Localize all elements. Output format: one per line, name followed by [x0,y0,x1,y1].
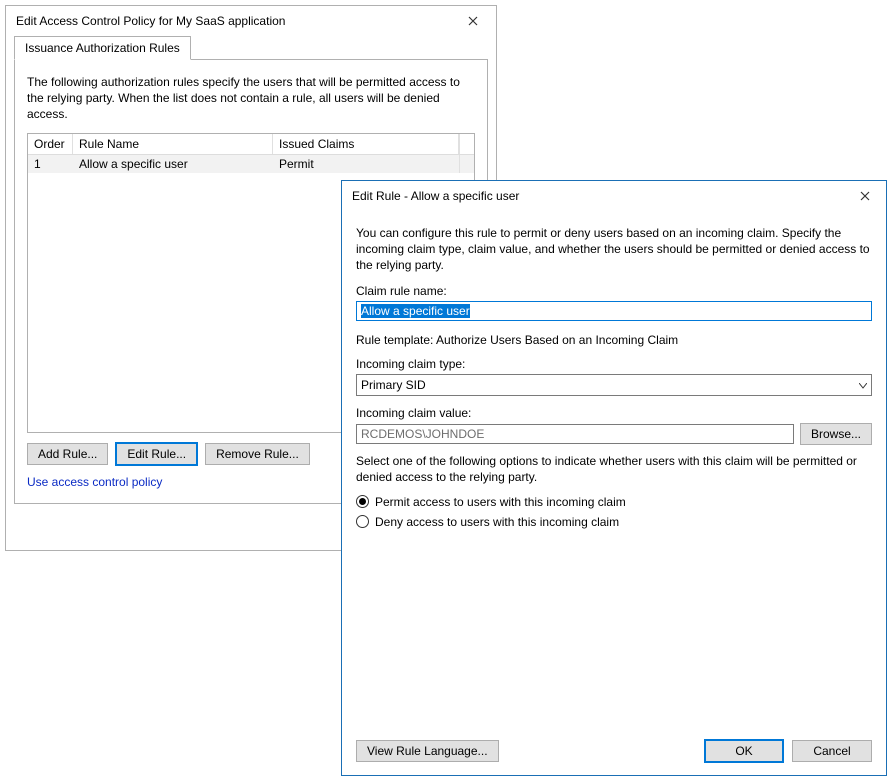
edit-rule-intro: You can configure this rule to permit or… [356,225,872,274]
permit-radio[interactable] [356,495,369,508]
edit-rule-window: Edit Rule - Allow a specific user You ca… [341,180,887,776]
edit-rule-button[interactable]: Edit Rule... [116,443,197,465]
incoming-claim-value-text: RCDEMOS\JOHNDOE [361,427,484,441]
view-rule-language-button[interactable]: View Rule Language... [356,740,499,762]
cell-issued: Permit [273,155,459,173]
close-icon[interactable] [850,187,880,205]
col-order[interactable]: Order [28,134,73,154]
add-rule-button[interactable]: Add Rule... [27,443,108,465]
titlebar: Edit Access Control Policy for My SaaS a… [6,6,496,36]
browse-button[interactable]: Browse... [800,423,872,445]
tabstrip: Issuance Authorization Rules [14,36,488,60]
chevron-down-icon [859,378,867,392]
incoming-claim-value-input[interactable]: RCDEMOS\JOHNDOE [356,424,794,444]
incoming-claim-type-label: Incoming claim type: [356,357,872,371]
dialog-footer: View Rule Language... OK Cancel [342,729,886,775]
permit-option-row[interactable]: Permit access to users with this incomin… [356,495,872,509]
claim-rule-name-label: Claim rule name: [356,284,872,298]
tab-issuance-auth-rules[interactable]: Issuance Authorization Rules [14,36,191,60]
remove-rule-button[interactable]: Remove Rule... [205,443,310,465]
cell-name: Allow a specific user [73,155,273,173]
scroll-gutter [459,155,474,173]
cancel-button[interactable]: Cancel [792,740,872,762]
ok-button[interactable]: OK [704,739,784,763]
incoming-claim-type-select[interactable]: Primary SID [356,374,872,396]
claim-rule-name-value: Allow a specific user [361,304,470,318]
titlebar: Edit Rule - Allow a specific user [342,181,886,211]
rule-template-line: Rule template: Authorize Users Based on … [356,333,872,347]
cell-order: 1 [28,155,73,173]
permit-label: Permit access to users with this incomin… [375,495,626,509]
col-issued-claims[interactable]: Issued Claims [273,134,459,154]
window-title: Edit Access Control Policy for My SaaS a… [16,14,285,28]
options-intro: Select one of the following options to i… [356,453,872,485]
rules-description: The following authorization rules specif… [27,74,475,123]
incoming-claim-type-value: Primary SID [361,378,426,392]
close-icon[interactable] [458,12,488,30]
deny-radio[interactable] [356,515,369,528]
use-access-control-policy-link[interactable]: Use access control policy [27,475,162,489]
rules-list-header: Order Rule Name Issued Claims [28,134,474,155]
window-title: Edit Rule - Allow a specific user [352,189,519,203]
deny-option-row[interactable]: Deny access to users with this incoming … [356,515,872,529]
scroll-gutter [459,134,474,154]
deny-label: Deny access to users with this incoming … [375,515,619,529]
incoming-claim-value-label: Incoming claim value: [356,406,872,420]
table-row[interactable]: 1 Allow a specific user Permit [28,155,474,173]
claim-rule-name-input[interactable]: Allow a specific user [356,301,872,321]
edit-rule-body: You can configure this rule to permit or… [342,211,886,729]
col-rule-name[interactable]: Rule Name [73,134,273,154]
